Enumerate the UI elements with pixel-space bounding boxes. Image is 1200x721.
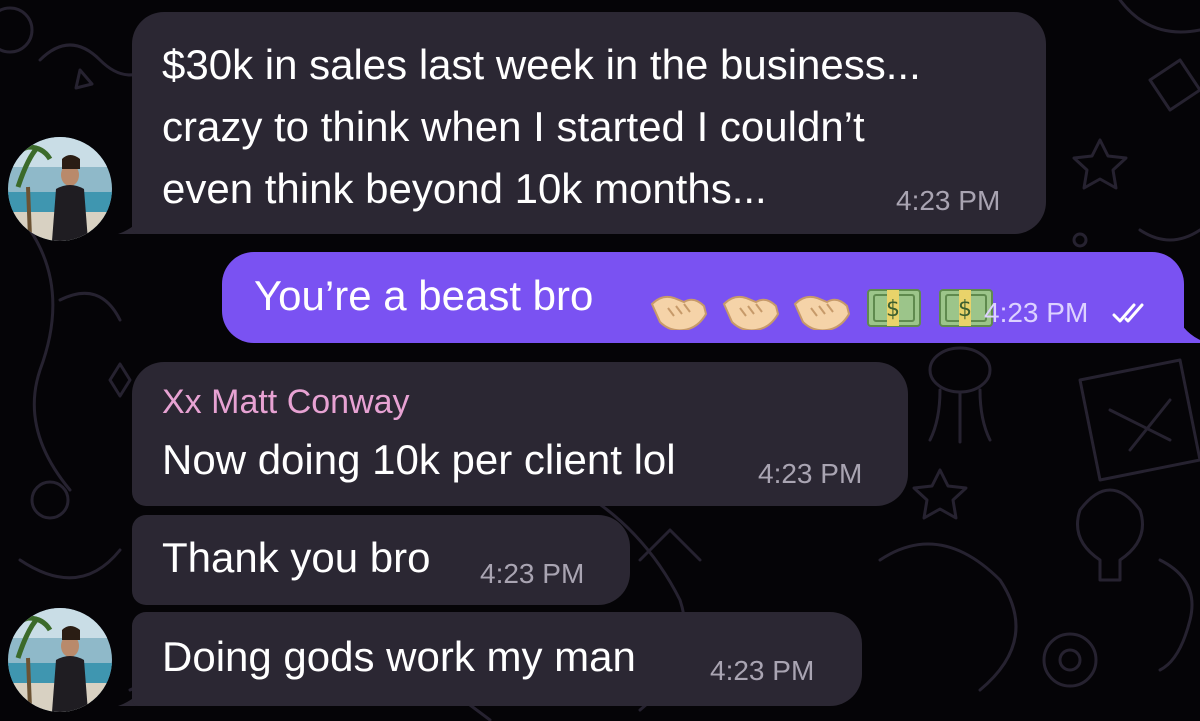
message-text: Now doing 10k per client lol bbox=[162, 436, 676, 483]
incoming-message[interactable]: Xx Matt Conway Now doing 10k per client … bbox=[132, 362, 908, 506]
message-text-line: crazy to think when I started I couldn’t bbox=[162, 103, 865, 150]
incoming-message[interactable]: $30k in sales last week in the business.… bbox=[132, 12, 1046, 234]
message-text: Doing gods work my man bbox=[162, 633, 636, 680]
incoming-message[interactable]: Doing gods work my man 4:23 PM bbox=[132, 612, 862, 706]
outgoing-message[interactable]: You’re a beast bro $ $ 4:23 PM bbox=[222, 252, 1184, 343]
message-timestamp: 4:23 PM bbox=[480, 558, 585, 589]
message-text-line: even think beyond 10k months... bbox=[162, 165, 767, 212]
handshake-emoji bbox=[650, 295, 708, 330]
svg-text:$: $ bbox=[958, 297, 972, 322]
handshake-emoji bbox=[722, 295, 779, 330]
message-text: You’re a beast bro bbox=[254, 272, 594, 319]
message-timestamp: 4:23 PM bbox=[984, 297, 1089, 328]
message-text-line: $30k in sales last week in the business.… bbox=[162, 41, 921, 88]
message-timestamp: 4:23 PM bbox=[710, 655, 815, 686]
profile-photo bbox=[8, 608, 112, 712]
message-timestamp: 4:23 PM bbox=[758, 458, 863, 489]
money-emoji: $ bbox=[867, 288, 922, 327]
bubble-tail bbox=[1178, 319, 1200, 343]
double-check-icon bbox=[1112, 303, 1144, 323]
message-text: Thank you bro bbox=[162, 534, 431, 581]
profile-photo bbox=[8, 137, 112, 241]
message-timestamp: 4:23 PM bbox=[896, 185, 1001, 216]
handshake-emoji bbox=[794, 295, 851, 330]
incoming-message[interactable]: Thank you bro 4:23 PM bbox=[132, 515, 630, 605]
svg-text:$: $ bbox=[886, 297, 900, 322]
avatar[interactable] bbox=[8, 608, 112, 712]
sender-name[interactable]: Xx Matt Conway bbox=[162, 382, 410, 422]
avatar[interactable] bbox=[8, 137, 112, 241]
